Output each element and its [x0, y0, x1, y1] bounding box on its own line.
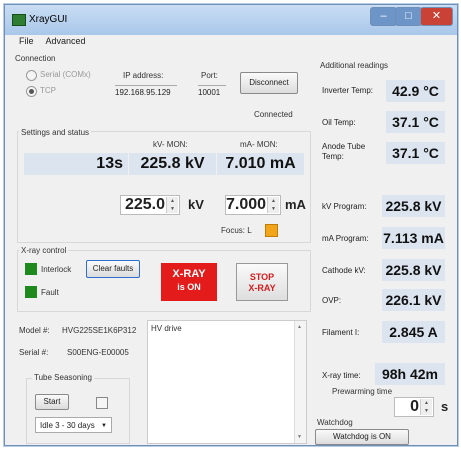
filament-label: Filament I:: [322, 328, 360, 337]
stop-line1: STOP: [249, 272, 275, 282]
seasoning-select[interactable]: Idle 3 - 30 days ▼: [35, 417, 112, 433]
cathode-kv-value: 225.8 kV: [382, 259, 445, 281]
scroll-up-icon[interactable]: ▲: [297, 324, 302, 330]
kv-program-value: 225.8 kV: [382, 195, 445, 217]
kv-setpoint-value: 225.0: [124, 196, 165, 213]
kv-mon-label: kV- MON:: [153, 140, 188, 149]
port-label: Port:: [201, 71, 218, 80]
xray-on-indicator: X-RAY is ON: [161, 263, 217, 301]
app-window: XrayGUI – □ ✕ File Advanced Connection S…: [4, 4, 458, 446]
kv-down-arrow-icon[interactable]: ▼: [166, 205, 178, 213]
inverter-temp-label: Inverter Temp:: [322, 86, 373, 95]
seasoning-start-button[interactable]: Start: [35, 394, 69, 410]
seasoning-select-value: Idle 3 - 30 days: [40, 421, 95, 430]
stop-xray-button[interactable]: STOP X-RAY: [236, 263, 288, 301]
model-label: Model #:: [19, 326, 50, 335]
stop-line2: X-RAY: [248, 283, 276, 293]
title-bar: XrayGUI – □ ✕: [5, 5, 457, 35]
scroll-down-icon[interactable]: ▼: [297, 434, 302, 440]
menu-file[interactable]: File: [19, 36, 34, 46]
anode-temp-label: Anode Tube Temp:: [322, 142, 366, 161]
ma-up-arrow-icon[interactable]: ▲: [267, 197, 279, 205]
cathode-kv-label: Cathode kV:: [322, 266, 366, 275]
ovp-value: 226.1 kV: [382, 289, 445, 311]
clear-faults-button[interactable]: Clear faults: [86, 260, 140, 278]
kv-setpoint-stepper[interactable]: 225.0 ▲ ▼: [120, 195, 180, 215]
focus-indicator: [265, 224, 278, 237]
xray-on-line2: is ON: [177, 282, 201, 292]
tube-seasoning-group: [26, 378, 130, 444]
xray-time-label: X-ray time:: [322, 371, 361, 380]
watchdog-button[interactable]: Watchdog is ON: [315, 429, 409, 445]
fault-label: Fault: [41, 288, 59, 297]
chevron-down-icon: ▼: [101, 423, 107, 429]
anode-temp-value: 37.1 °C: [386, 142, 445, 164]
tcp-radio-label: TCP: [40, 86, 56, 95]
hv-drive-label: HV drive: [151, 324, 182, 333]
focus-label: Focus: L: [221, 226, 252, 235]
ma-mon-display: 7.010 mA: [217, 153, 304, 175]
oil-temp-label: Oil Temp:: [322, 118, 356, 127]
oil-temp-value: 37.1 °C: [386, 111, 445, 133]
log-scrollbar[interactable]: ▲ ▼: [294, 321, 306, 443]
watchdog-group-label: Watchdog: [317, 418, 353, 427]
xray-on-line1: X-RAY: [172, 268, 206, 280]
serial-radio[interactable]: [26, 70, 37, 81]
ma-program-label: mA Program:: [322, 234, 369, 243]
seasoning-checkbox[interactable]: [96, 397, 108, 409]
ma-mon-label: mA- MON:: [240, 140, 278, 149]
tube-seasoning-label: Tube Seasoning: [32, 373, 94, 382]
interlock-label: Interlock: [41, 265, 72, 274]
interlock-led: [25, 263, 37, 275]
inverter-temp-value: 42.9 °C: [386, 80, 445, 102]
prewarming-down-arrow-icon[interactable]: ▼: [420, 407, 432, 415]
ovp-label: OVP:: [322, 296, 342, 305]
serial-value: S00ENG-E00005: [67, 348, 129, 357]
ma-unit: mA: [285, 197, 306, 212]
kv-mon-display: 225.8 kV: [129, 153, 216, 175]
prewarming-label: Prewarming time: [332, 387, 393, 396]
ma-setpoint-value: 7.000: [226, 196, 267, 213]
menu-advanced[interactable]: Advanced: [46, 36, 86, 46]
ma-down-arrow-icon[interactable]: ▼: [267, 205, 279, 213]
menu-bar: File Advanced: [19, 36, 96, 46]
settings-group-label: Settings and status: [19, 128, 92, 137]
prewarming-value: 0: [410, 398, 419, 415]
window-title: XrayGUI: [29, 14, 68, 25]
prewarming-stepper[interactable]: 0 ▲ ▼: [394, 397, 434, 417]
serial-radio-label: Serial (COMx): [40, 70, 91, 79]
fault-led: [25, 286, 37, 298]
ma-program-value: 7.113 mA: [382, 227, 445, 249]
xray-control-group-label: X-ray control: [19, 246, 69, 255]
readings-group-label: Additional readings: [320, 61, 389, 70]
tcp-radio[interactable]: [26, 86, 37, 97]
connection-group-label: Connection: [15, 54, 56, 63]
model-value: HVG225SE1K6P312: [62, 326, 137, 335]
hv-drive-log[interactable]: HV drive ▲ ▼: [147, 320, 307, 444]
kv-unit: kV: [188, 197, 204, 212]
kv-program-label: kV Program:: [322, 202, 367, 211]
filament-value: 2.845 A: [382, 321, 445, 343]
ip-value[interactable]: 192.168.95.129: [115, 85, 177, 97]
prewarming-up-arrow-icon[interactable]: ▲: [420, 399, 432, 407]
xray-time-value: 98h 42m: [375, 363, 445, 385]
ip-label: IP address:: [123, 71, 164, 80]
disconnect-button[interactable]: Disconnect: [240, 72, 298, 94]
app-icon: [12, 14, 26, 26]
connection-status: Connected: [254, 110, 293, 119]
ma-setpoint-stepper[interactable]: 7.000 ▲ ▼: [225, 195, 281, 215]
elapsed-time-display: 13s: [24, 153, 128, 175]
close-button[interactable]: ✕: [420, 7, 453, 26]
serial-label: Serial #:: [19, 348, 49, 357]
prewarming-unit: s: [441, 399, 449, 414]
port-value[interactable]: 10001: [198, 85, 226, 97]
kv-up-arrow-icon[interactable]: ▲: [166, 197, 178, 205]
maximize-button[interactable]: □: [395, 7, 422, 26]
minimize-button[interactable]: –: [370, 7, 397, 26]
